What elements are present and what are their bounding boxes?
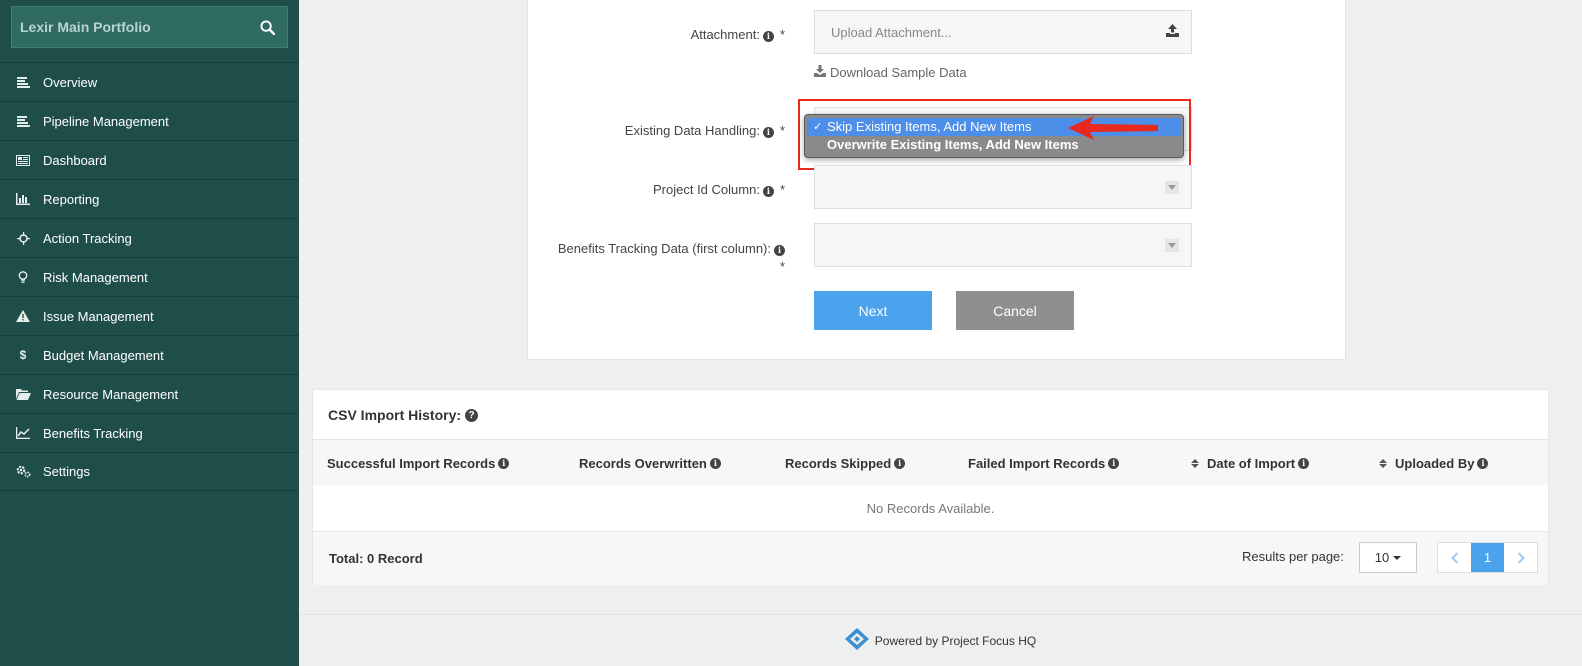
cancel-button[interactable]: Cancel: [956, 291, 1074, 330]
sidebar-nav: Overview Pipeline Management Dashboard R…: [0, 62, 299, 491]
search-icon[interactable]: [257, 17, 277, 37]
annotation-arrow-icon: [1068, 113, 1160, 146]
csv-import-history: CSV Import History: ? Successful Import …: [312, 389, 1549, 585]
sidebar-item-issue-management[interactable]: Issue Management: [0, 296, 299, 335]
upload-attachment-input[interactable]: Upload Attachment...: [814, 10, 1192, 54]
dollar-icon: $: [19, 348, 27, 362]
sidebar-item-settings[interactable]: Settings: [0, 452, 299, 491]
sidebar-item-label: Dashboard: [43, 152, 107, 168]
sidebar-item-label: Budget Management: [43, 347, 164, 363]
info-icon[interactable]: i: [1477, 457, 1489, 469]
sidebar-item-label: Action Tracking: [43, 230, 132, 246]
sidebar: Lexir Main Portfolio Overview Pipeline M…: [0, 0, 299, 666]
sidebar-item-label: Resource Management: [43, 386, 179, 402]
history-title: CSV Import History: ?: [328, 407, 479, 423]
required-mark: *: [779, 123, 785, 138]
main-content: Attachment: i * Upload Attachment... Downl…: [299, 0, 1582, 666]
info-icon[interactable]: i: [774, 245, 785, 256]
sort-icon[interactable]: [1191, 459, 1199, 468]
sidebar-item-dashboard[interactable]: Dashboard: [0, 140, 299, 179]
column-date-of-import[interactable]: Date of Import i: [1191, 440, 1310, 486]
portfolio-selector[interactable]: Lexir Main Portfolio: [11, 6, 288, 48]
column-records-skipped[interactable]: Records Skipped i: [785, 440, 906, 486]
column-uploaded-by[interactable]: Uploaded By i: [1379, 440, 1489, 486]
benefits-data-select[interactable]: [814, 223, 1192, 267]
upload-placeholder: Upload Attachment...: [831, 24, 952, 40]
project-id-label: Project Id Column: i *: [653, 182, 785, 197]
bar-chart-icon: [15, 192, 31, 206]
column-records-overwritten[interactable]: Records Overwritten i: [579, 440, 721, 486]
attachment-label: Attachment: i *: [690, 27, 785, 42]
history-table-header: Successful Import Records i Records Overw…: [313, 439, 1548, 485]
footer-text: Powered by Project Focus HQ: [874, 633, 1037, 648]
info-icon[interactable]: i: [1108, 457, 1120, 469]
existing-data-label: Existing Data Handling: i *: [624, 123, 785, 138]
info-icon[interactable]: i: [762, 31, 774, 42]
sidebar-item-resource-management[interactable]: Resource Management: [0, 374, 299, 413]
info-icon[interactable]: i: [762, 186, 774, 197]
next-page-button[interactable]: [1504, 543, 1537, 572]
info-icon[interactable]: i: [498, 457, 510, 469]
caret-down-icon: [1393, 555, 1402, 560]
pagination: 1: [1437, 542, 1538, 573]
required-mark: *: [779, 27, 785, 42]
benefits-data-label: Benefits Tracking Data (first column): i …: [557, 241, 785, 274]
cogs-icon: [15, 465, 31, 479]
info-icon[interactable]: i: [1298, 457, 1310, 469]
import-form: Attachment: i * Upload Attachment... Downl…: [527, 0, 1346, 360]
sidebar-item-label: Overview: [43, 74, 98, 90]
results-per-page-label: Results per page:: [1242, 549, 1344, 564]
sidebar-item-overview[interactable]: Overview: [0, 62, 299, 101]
sidebar-item-risk-management[interactable]: Risk Management: [0, 257, 299, 296]
folder-open-icon: [15, 387, 31, 401]
total-count: Total: 0 Record: [329, 551, 423, 566]
column-successful-import[interactable]: Successful Import Records i: [327, 440, 510, 486]
line-chart-icon: [15, 426, 31, 440]
required-mark: *: [779, 259, 785, 274]
dashboard-icon: [15, 153, 31, 167]
checkmark-icon: ✓: [813, 121, 823, 133]
page-footer: Powered by Project Focus HQ: [299, 614, 1582, 666]
sidebar-item-reporting[interactable]: Reporting: [0, 179, 299, 218]
prev-page-button[interactable]: [1438, 543, 1471, 572]
sidebar-item-label: Reporting: [43, 191, 100, 207]
project-focus-logo-icon: [844, 628, 869, 653]
empty-message: No Records Available.: [313, 485, 1548, 532]
chevron-down-icon: [1165, 239, 1179, 252]
sidebar-item-action-tracking[interactable]: Action Tracking: [0, 218, 299, 257]
sidebar-item-benefits-tracking[interactable]: Benefits Tracking: [0, 413, 299, 452]
chevron-down-icon: [1165, 181, 1179, 194]
required-mark: *: [779, 182, 785, 197]
list-icon: [15, 114, 31, 128]
project-id-select[interactable]: [814, 165, 1192, 209]
portfolio-name: Lexir Main Portfolio: [20, 19, 151, 35]
sidebar-item-label: Issue Management: [43, 308, 154, 324]
lightbulb-icon: [15, 270, 31, 284]
results-per-page-select[interactable]: 10: [1359, 542, 1417, 573]
crosshair-icon: [15, 231, 31, 245]
help-icon[interactable]: ?: [465, 408, 479, 422]
sort-icon[interactable]: [1379, 459, 1387, 468]
sidebar-item-pipeline-management[interactable]: Pipeline Management: [0, 101, 299, 140]
page-button-current[interactable]: 1: [1471, 543, 1504, 572]
download-icon: [814, 65, 826, 80]
sidebar-item-label: Benefits Tracking: [43, 425, 143, 441]
history-table-footer: Total: 0 Record Results per page: 10 1: [313, 532, 1548, 585]
sidebar-item-budget-management[interactable]: $ Budget Management: [0, 335, 299, 374]
list-icon: [15, 75, 31, 89]
sidebar-item-label: Pipeline Management: [43, 113, 169, 129]
warning-icon: [15, 309, 31, 323]
info-icon[interactable]: i: [894, 457, 906, 469]
sidebar-item-label: Settings: [43, 464, 90, 479]
info-icon[interactable]: i: [762, 127, 774, 138]
next-button[interactable]: Next: [814, 291, 932, 330]
info-icon[interactable]: i: [709, 457, 721, 469]
sidebar-item-label: Risk Management: [43, 269, 148, 285]
download-sample-link[interactable]: Download Sample Data: [814, 65, 967, 80]
upload-icon[interactable]: [1166, 24, 1179, 40]
column-failed-import[interactable]: Failed Import Records i: [968, 440, 1120, 486]
